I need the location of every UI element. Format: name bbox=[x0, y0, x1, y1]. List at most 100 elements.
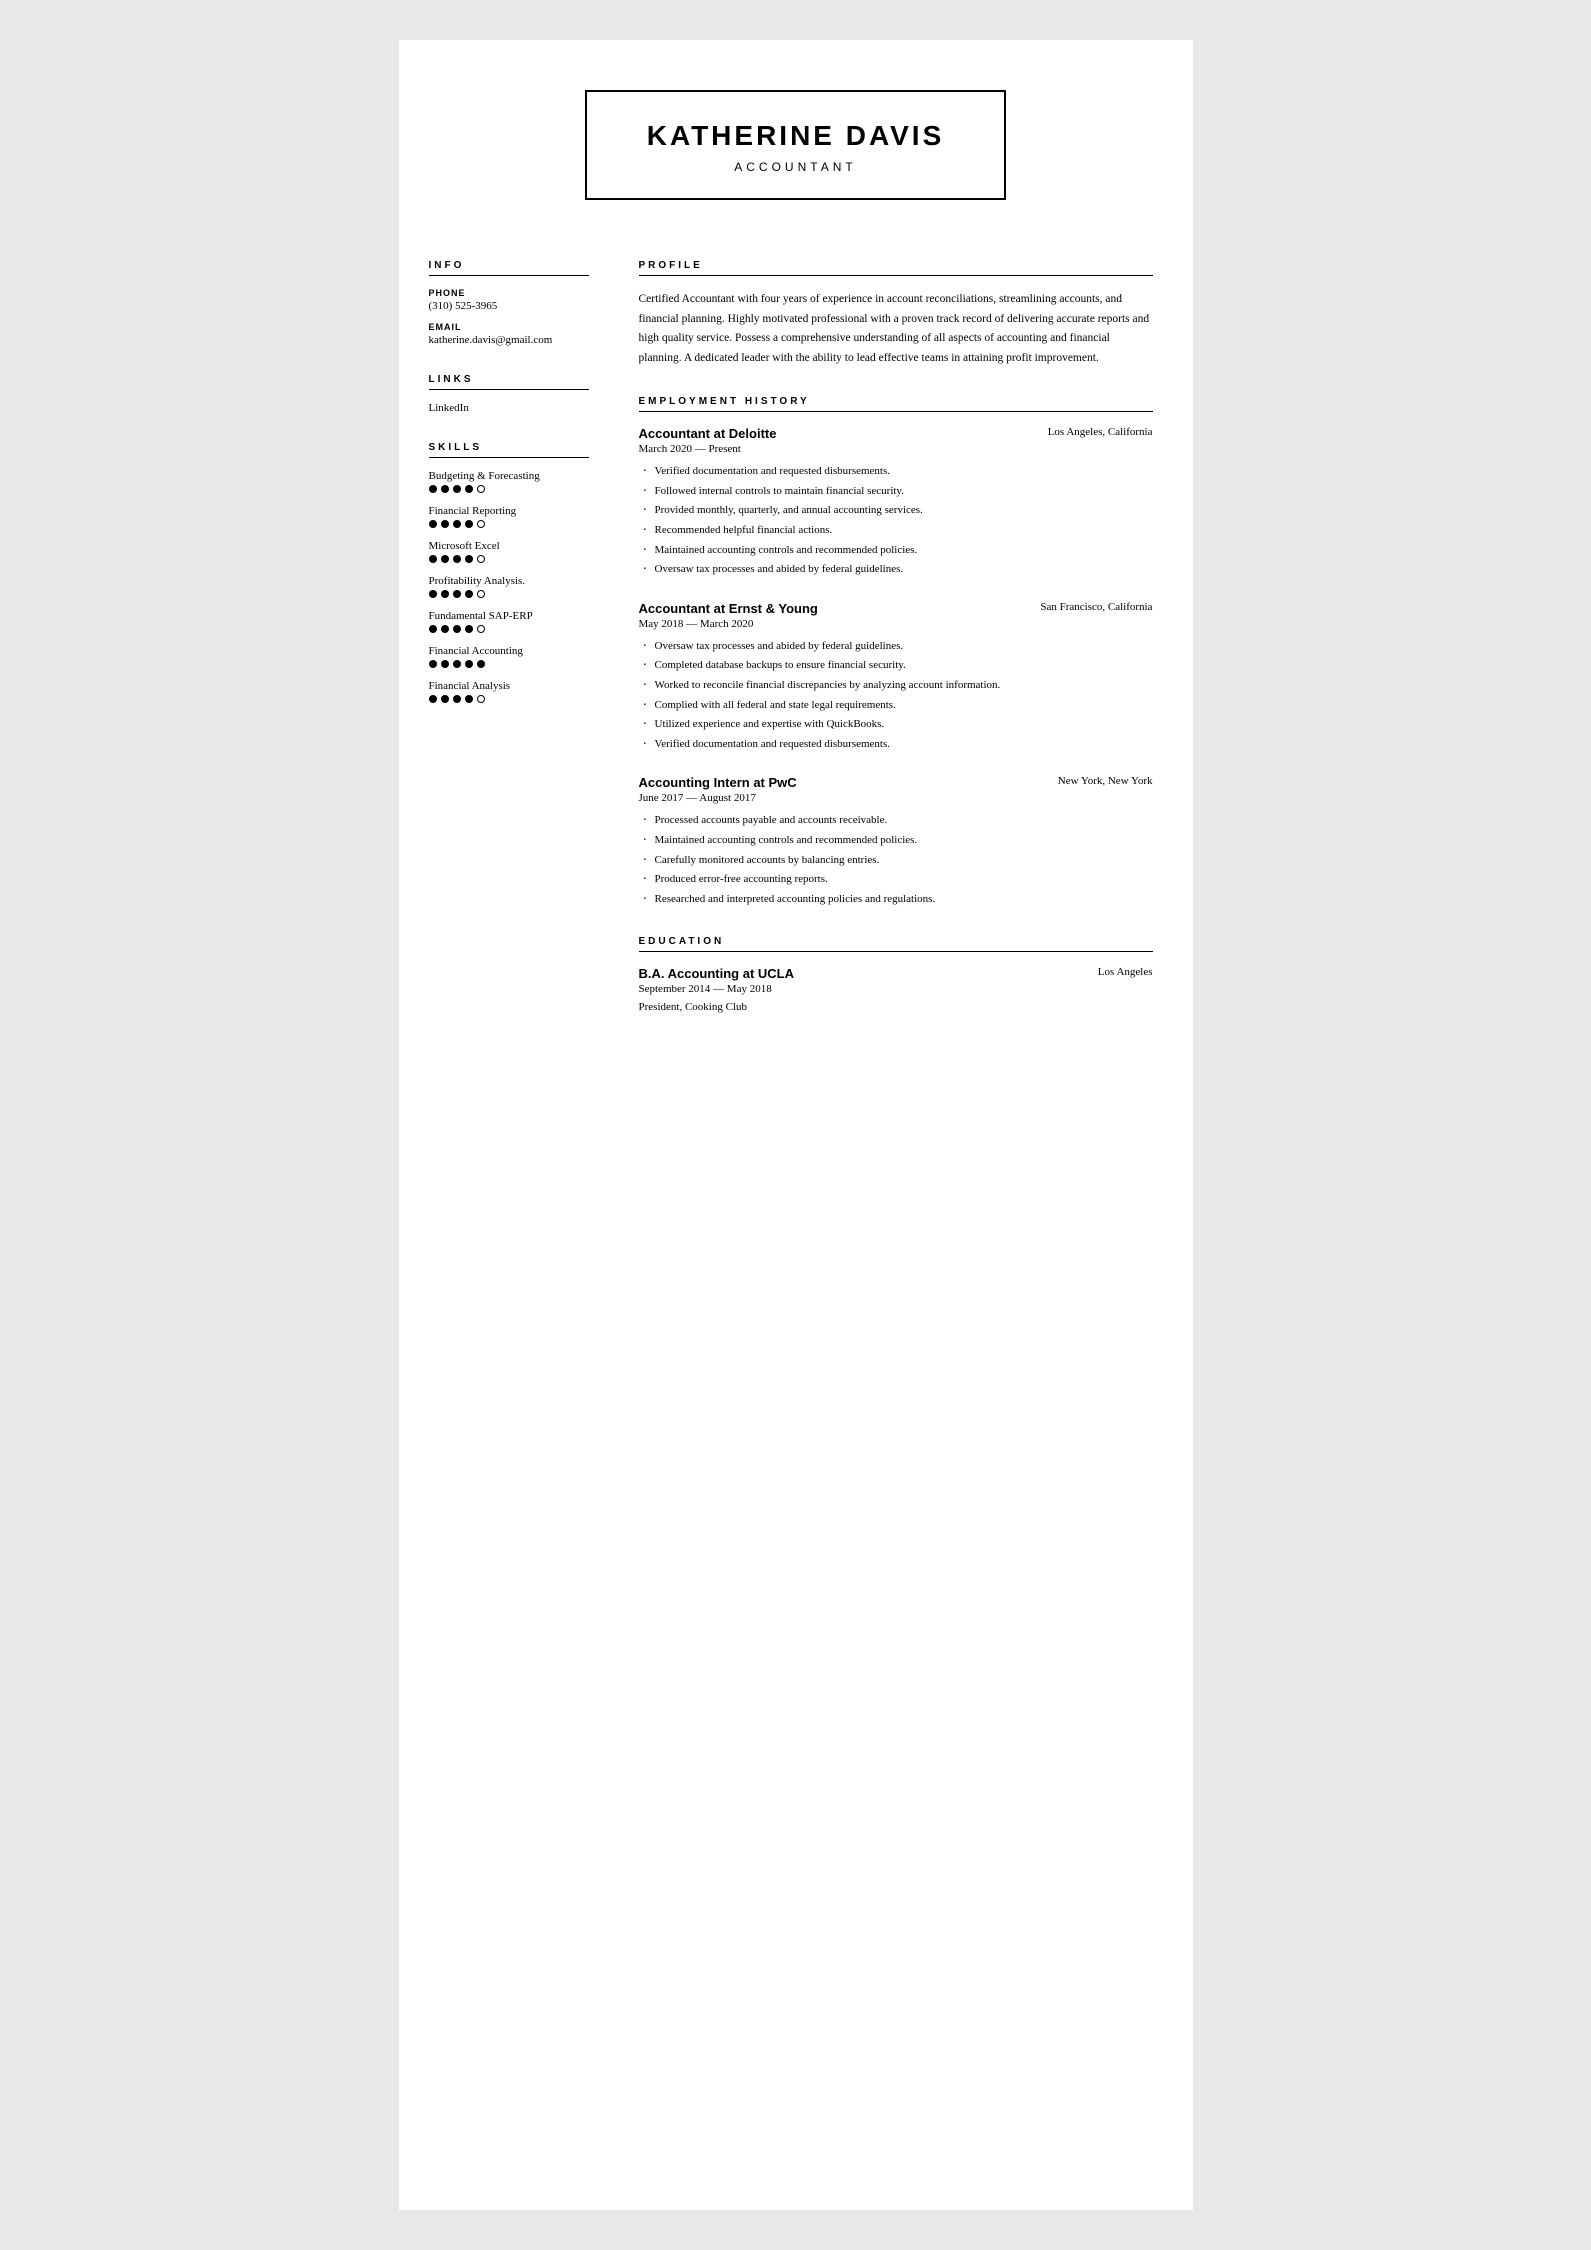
education-title: EDUCATION bbox=[639, 936, 1153, 952]
job-bullets: Oversaw tax processes and abided by fede… bbox=[639, 638, 1153, 754]
dot-empty bbox=[477, 555, 485, 563]
dot-filled bbox=[453, 625, 461, 633]
bullet-item: Maintained accounting controls and recom… bbox=[639, 542, 1153, 560]
header-box: KATHERINE DAVIS ACCOUNTANT bbox=[585, 90, 1007, 200]
dot-empty bbox=[477, 485, 485, 493]
dot-filled bbox=[441, 660, 449, 668]
job-title: Accountant at Ernst & Young bbox=[639, 601, 818, 616]
bullet-item: Oversaw tax processes and abided by fede… bbox=[639, 638, 1153, 656]
dot-filled bbox=[429, 555, 437, 563]
education-section: EDUCATION B.A. Accounting at UCLALos Ang… bbox=[639, 936, 1153, 1013]
resume-page: KATHERINE DAVIS ACCOUNTANT INFO PHONE (3… bbox=[399, 40, 1193, 2210]
dot-filled bbox=[453, 695, 461, 703]
header-section: KATHERINE DAVIS ACCOUNTANT bbox=[399, 40, 1193, 240]
job-bullets: Processed accounts payable and accounts … bbox=[639, 812, 1153, 908]
edu-location: Los Angeles bbox=[1098, 966, 1153, 978]
dot-filled bbox=[429, 660, 437, 668]
job-title: Accountant at Deloitte bbox=[639, 426, 777, 441]
email-label: EMAIL bbox=[429, 322, 589, 332]
skill-name: Financial Accounting bbox=[429, 645, 589, 657]
dot-filled bbox=[453, 520, 461, 528]
bullet-item: Followed internal controls to maintain f… bbox=[639, 483, 1153, 501]
phone-label: PHONE bbox=[429, 288, 589, 298]
dot-filled bbox=[465, 590, 473, 598]
employment-section: EMPLOYMENT HISTORY Accountant at Deloitt… bbox=[639, 396, 1153, 908]
dot-filled bbox=[429, 695, 437, 703]
skill-name: Fundamental SAP-ERP bbox=[429, 610, 589, 622]
skill-dots bbox=[429, 485, 589, 493]
info-title: INFO bbox=[429, 260, 589, 276]
links-title: LINKS bbox=[429, 374, 589, 390]
job-header: Accounting Intern at PwCNew York, New Yo… bbox=[639, 775, 1153, 790]
job-header: Accountant at DeloitteLos Angeles, Calif… bbox=[639, 426, 1153, 441]
skill-dots bbox=[429, 555, 589, 563]
job-entry: Accounting Intern at PwCNew York, New Yo… bbox=[639, 775, 1153, 908]
dot-filled bbox=[441, 485, 449, 493]
bullet-item: Oversaw tax processes and abided by fede… bbox=[639, 561, 1153, 579]
dot-filled bbox=[477, 660, 485, 668]
job-dates: March 2020 — Present bbox=[639, 443, 1153, 455]
skill-name: Microsoft Excel bbox=[429, 540, 589, 552]
candidate-name: KATHERINE DAVIS bbox=[647, 120, 945, 152]
bullet-item: Maintained accounting controls and recom… bbox=[639, 832, 1153, 850]
skills-container: Budgeting & Forecasting Financial Reporti… bbox=[429, 470, 589, 703]
bullet-item: Carefully monitored accounts by balancin… bbox=[639, 852, 1153, 870]
profile-section: PROFILE Certified Accountant with four y… bbox=[639, 260, 1153, 368]
bullet-item: Worked to reconcile financial discrepanc… bbox=[639, 677, 1153, 695]
candidate-title: ACCOUNTANT bbox=[647, 160, 945, 174]
links-section: LINKS LinkedIn bbox=[429, 374, 589, 414]
bullet-item: Processed accounts payable and accounts … bbox=[639, 812, 1153, 830]
dot-filled bbox=[465, 520, 473, 528]
edu-dates: September 2014 — May 2018 bbox=[639, 983, 1153, 995]
jobs-container: Accountant at DeloitteLos Angeles, Calif… bbox=[639, 426, 1153, 908]
skill-dots bbox=[429, 590, 589, 598]
skill-dots bbox=[429, 625, 589, 633]
dot-filled bbox=[441, 555, 449, 563]
dot-filled bbox=[465, 555, 473, 563]
info-section: INFO PHONE (310) 525-3965 EMAIL katherin… bbox=[429, 260, 589, 346]
job-entry: Accountant at Ernst & YoungSan Francisco… bbox=[639, 601, 1153, 754]
education-container: B.A. Accounting at UCLALos Angeles Septem… bbox=[639, 966, 1153, 1013]
bullet-item: Verified documentation and requested dis… bbox=[639, 463, 1153, 481]
dot-filled bbox=[441, 695, 449, 703]
dot-filled bbox=[429, 520, 437, 528]
dot-filled bbox=[465, 660, 473, 668]
profile-title: PROFILE bbox=[639, 260, 1153, 276]
skill-name: Financial Analysis bbox=[429, 680, 589, 692]
body-layout: INFO PHONE (310) 525-3965 EMAIL katherin… bbox=[399, 240, 1193, 1101]
skill-dots bbox=[429, 520, 589, 528]
dot-empty bbox=[477, 590, 485, 598]
bullet-item: Researched and interpreted accounting po… bbox=[639, 891, 1153, 909]
skill-name: Budgeting & Forecasting bbox=[429, 470, 589, 482]
dot-filled bbox=[441, 520, 449, 528]
dot-filled bbox=[465, 695, 473, 703]
dot-filled bbox=[465, 485, 473, 493]
dot-filled bbox=[453, 660, 461, 668]
bullet-item: Utilized experience and expertise with Q… bbox=[639, 716, 1153, 734]
skill-name: Profitability Analysis. bbox=[429, 575, 589, 587]
skills-section: SKILLS Budgeting & Forecasting Financial … bbox=[429, 442, 589, 703]
sidebar: INFO PHONE (310) 525-3965 EMAIL katherin… bbox=[399, 240, 619, 1061]
dot-filled bbox=[429, 590, 437, 598]
dot-filled bbox=[441, 590, 449, 598]
job-dates: June 2017 — August 2017 bbox=[639, 792, 1153, 804]
job-dates: May 2018 — March 2020 bbox=[639, 618, 1153, 630]
bullet-item: Verified documentation and requested dis… bbox=[639, 736, 1153, 754]
profile-text: Certified Accountant with four years of … bbox=[639, 290, 1153, 368]
dot-filled bbox=[453, 555, 461, 563]
skills-title: SKILLS bbox=[429, 442, 589, 458]
bullet-item: Completed database backups to ensure fin… bbox=[639, 657, 1153, 675]
edu-header: B.A. Accounting at UCLALos Angeles bbox=[639, 966, 1153, 981]
main-content: PROFILE Certified Accountant with four y… bbox=[619, 240, 1193, 1061]
job-entry: Accountant at DeloitteLos Angeles, Calif… bbox=[639, 426, 1153, 579]
job-bullets: Verified documentation and requested dis… bbox=[639, 463, 1153, 579]
dot-filled bbox=[453, 590, 461, 598]
linkedin-link[interactable]: LinkedIn bbox=[429, 402, 589, 414]
job-header: Accountant at Ernst & YoungSan Francisco… bbox=[639, 601, 1153, 616]
bullet-item: Provided monthly, quarterly, and annual … bbox=[639, 502, 1153, 520]
skill-name: Financial Reporting bbox=[429, 505, 589, 517]
job-location: New York, New York bbox=[1058, 775, 1153, 787]
dot-filled bbox=[465, 625, 473, 633]
dot-empty bbox=[477, 625, 485, 633]
dot-empty bbox=[477, 520, 485, 528]
